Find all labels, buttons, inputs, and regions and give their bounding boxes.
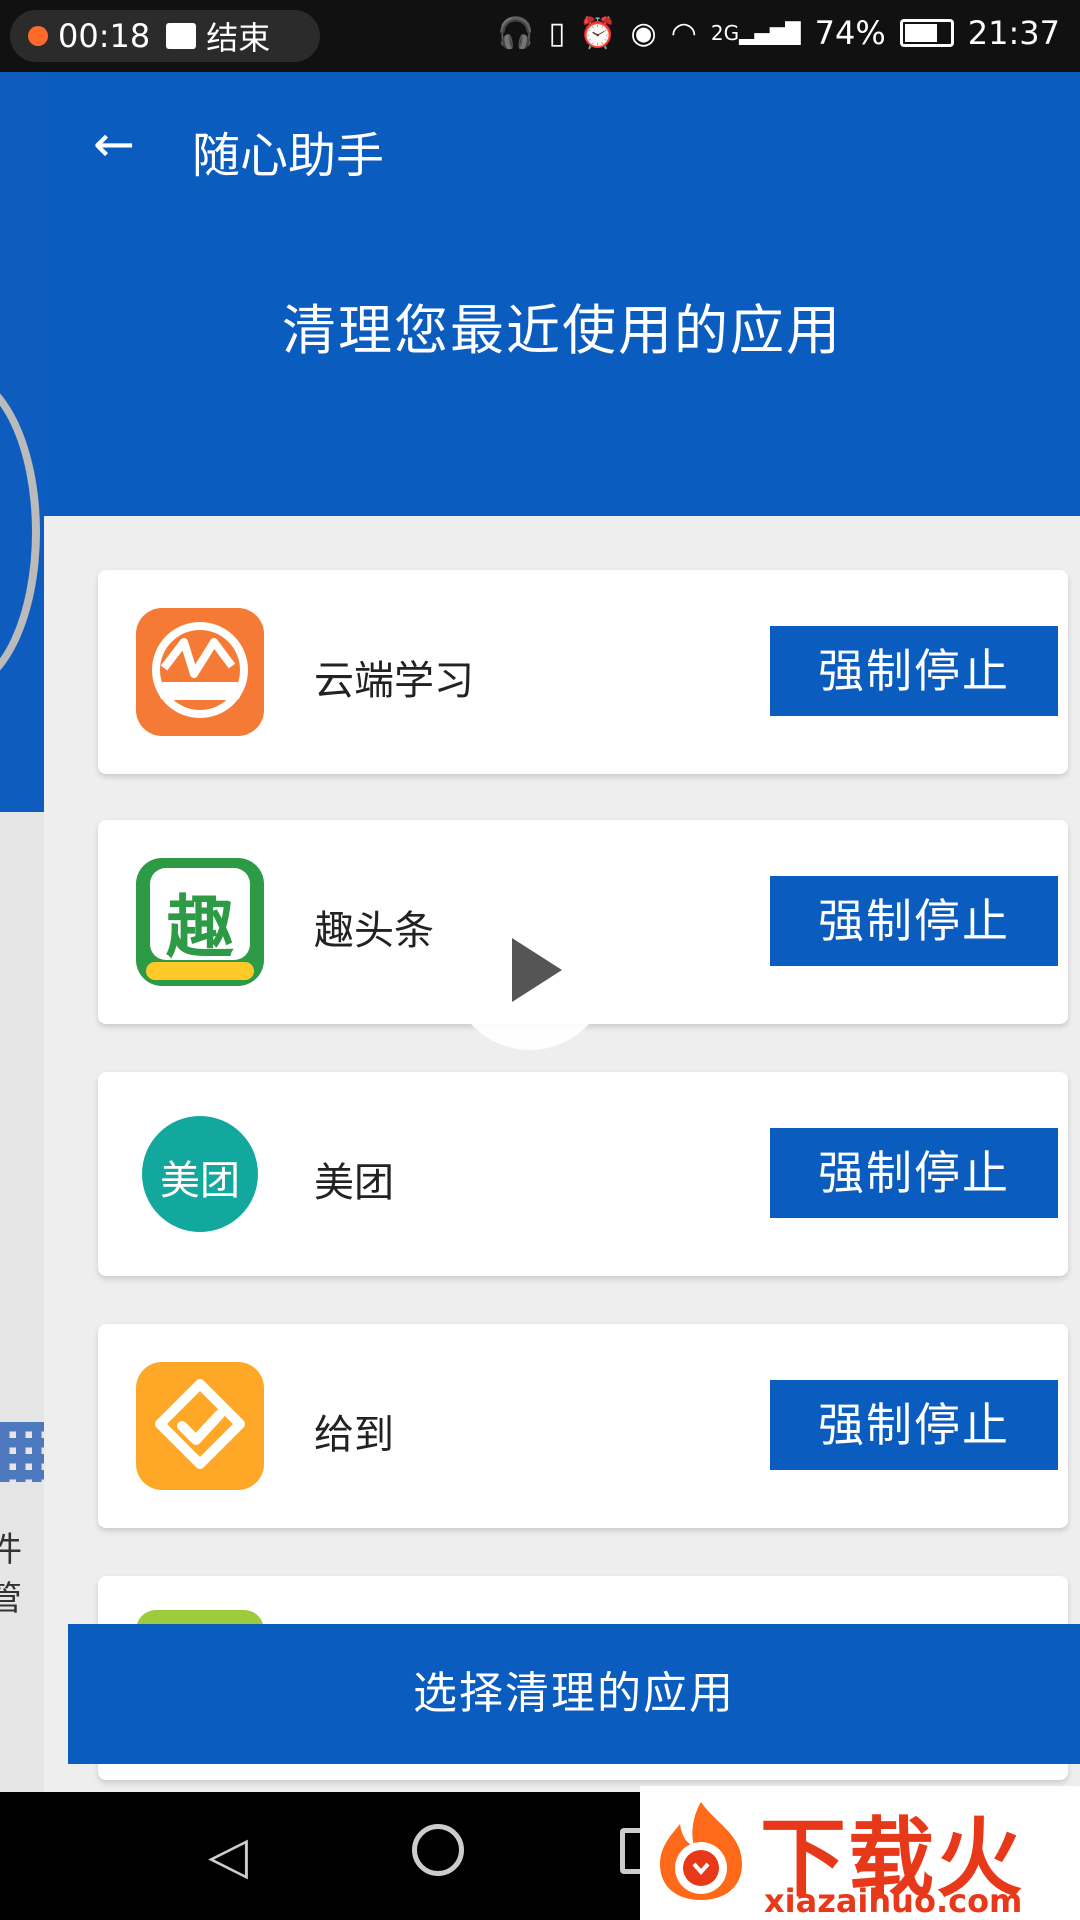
nav-back-icon[interactable]: ◁ [200,1828,256,1884]
force-stop-button[interactable]: 强制停止 [770,1128,1058,1218]
recording-end-label: 结束 [206,19,271,57]
hero-heading: 清理您最近使用的应用 [282,299,842,362]
geidao-app-icon [136,1362,264,1490]
hero-banner: 清理您最近使用的应用 [44,216,1080,516]
eye-comfort-icon: ◉ [630,15,657,51]
battery-fill [904,24,938,42]
select-apps-to-clean-button[interactable]: 选择清理的应用 [68,1624,1080,1764]
battery-icon [899,19,954,47]
background-app-body [0,812,44,1792]
app-name: 云端学习 [314,658,474,704]
wifi-icon: ◠ [670,15,697,51]
list-item: 给到 强制停止 [98,1324,1068,1528]
site-watermark: 下载火 xiazaihuo.com [640,1786,1080,1920]
screen-recording-pill[interactable]: 00:18 结束 [10,10,320,62]
meituan-icon-glyph: 美团 [160,1158,240,1204]
background-app-text: 件管 [0,1530,22,1619]
app-title: 随心助手 [192,128,385,184]
recording-time: 00:18 [58,17,151,55]
app-name: 给到 [314,1412,394,1458]
flame-logo-icon [660,1802,742,1900]
watermark-url: xiazaihuo.com [764,1882,1023,1920]
network-type: 2G [710,21,740,45]
battery-percent: 74% [814,14,886,52]
background-app-grid-icon [0,1422,44,1482]
app-name: 美团 [314,1160,394,1206]
headset-icon: 🎧 [497,15,535,51]
nav-home-icon[interactable] [412,1824,464,1876]
cloud-learning-app-icon [136,608,264,736]
play-icon [512,938,562,1002]
background-app: 件管 [0,72,44,1792]
status-indicators: 🎧 ▯ ⏰ ◉ ◠ 2G▂▄▆█ 74% 21:37 [497,14,1060,52]
meituan-app-icon: 美团 [136,1110,264,1238]
qutoutiao-icon-glyph: 趣 [165,889,234,968]
stop-recording-icon [166,23,197,49]
vibrate-icon: ▯ [548,15,566,51]
force-stop-button[interactable]: 强制停止 [770,876,1058,966]
qutoutiao-app-icon: 趣 [136,858,264,986]
clock: 21:37 [967,14,1060,52]
app-toolbar: ← 随心助手 [44,72,1080,216]
play-button[interactable] [450,890,610,1050]
list-item: 云端学习 强制停止 [98,570,1068,774]
recording-dot-icon [28,26,48,46]
list-item: 美团 美团 强制停止 [98,1072,1068,1276]
alarm-icon: ⏰ [579,15,617,51]
app-name: 趣头条 [314,908,434,954]
phone-screen: 00:18 结束 🎧 ▯ ⏰ ◉ ◠ 2G▂▄▆█ 74% 21:37 件管 ←… [0,0,1080,1920]
force-stop-button[interactable]: 强制停止 [770,626,1058,716]
status-bar: 00:18 结束 🎧 ▯ ⏰ ◉ ◠ 2G▂▄▆█ 74% 21:37 [0,0,1080,72]
signal-icon: 2G▂▄▆█ [710,21,801,45]
back-arrow-icon[interactable]: ← [84,116,144,172]
force-stop-button[interactable]: 强制停止 [770,1380,1058,1470]
